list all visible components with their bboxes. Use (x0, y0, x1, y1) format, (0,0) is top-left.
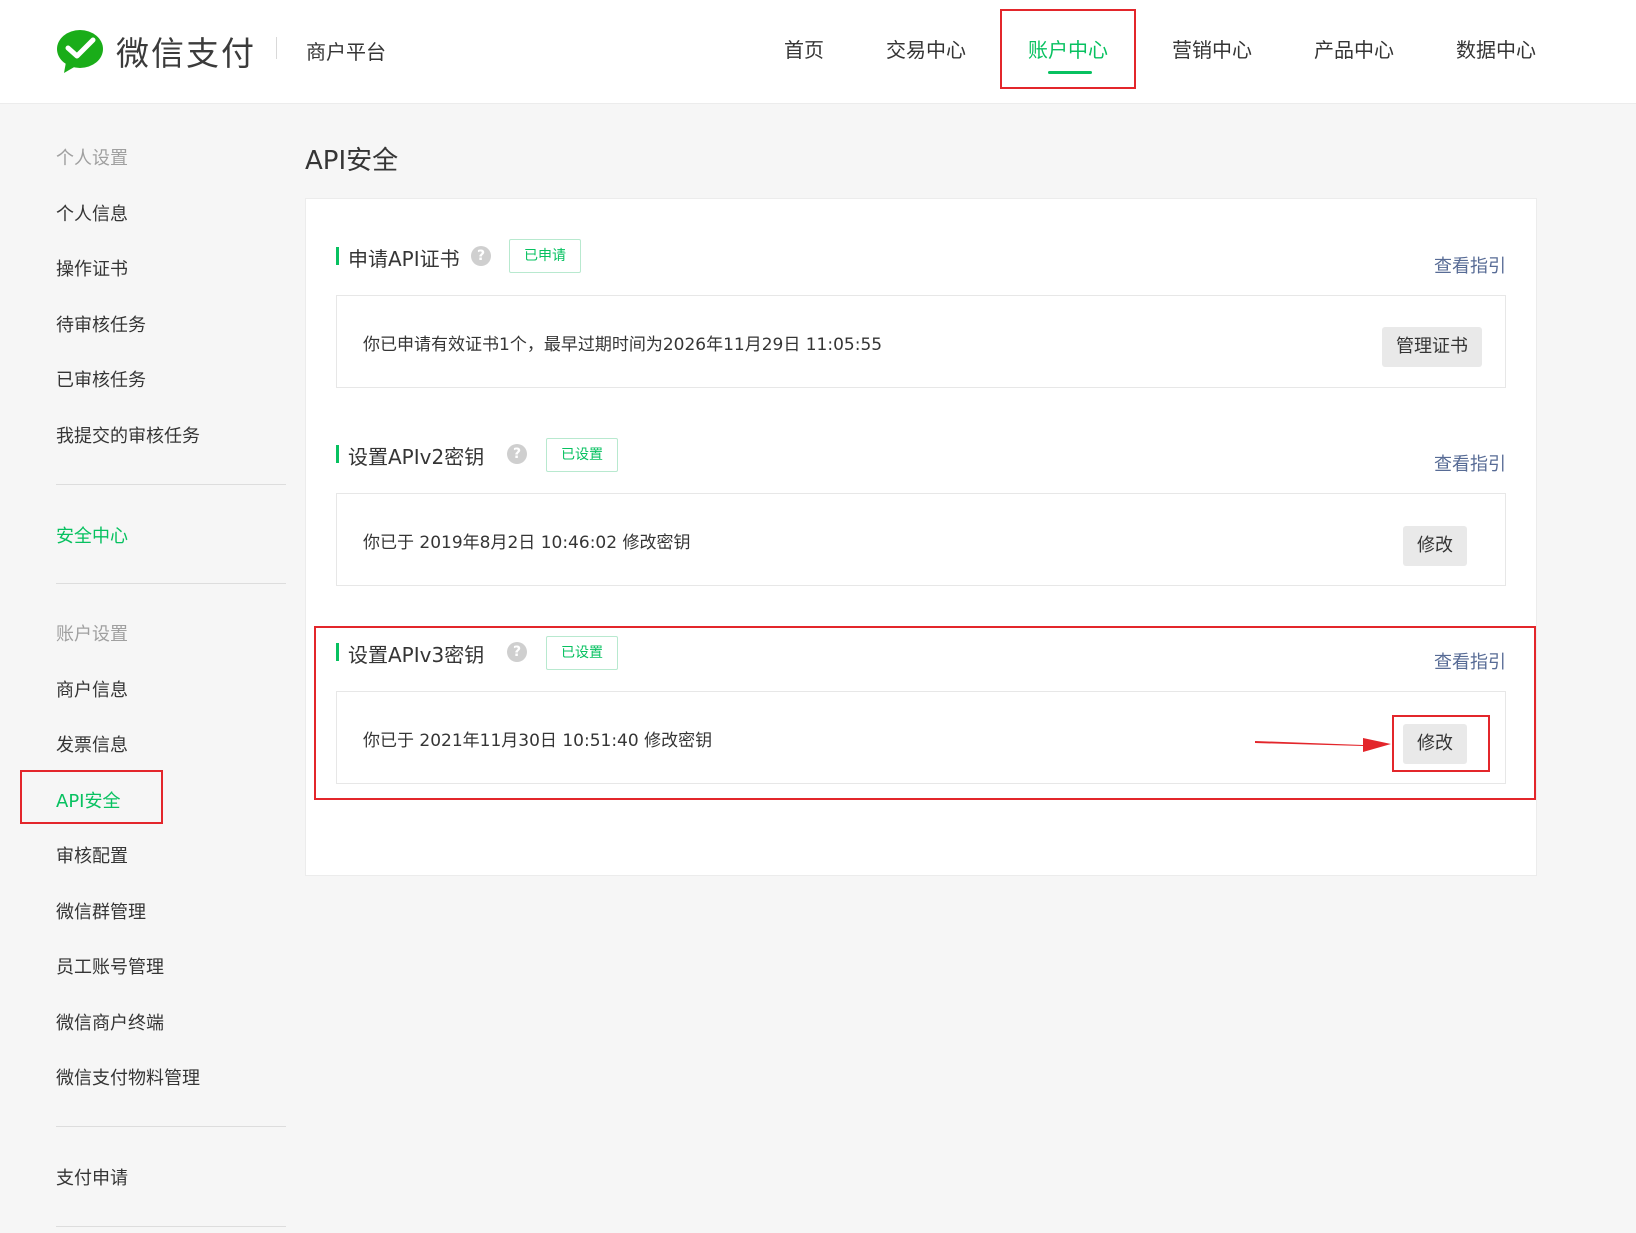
sidebar-divider (56, 1226, 286, 1227)
sidebar-heading-personal: 个人设置 (56, 148, 128, 169)
sidebar-item-material-management[interactable]: 微信支付物料管理 (56, 1064, 200, 1090)
sidebar-item-wechat-group[interactable]: 微信群管理 (56, 898, 146, 924)
sidebar-item-api-security[interactable]: API安全 (56, 787, 120, 813)
main-nav: 首页 交易中心 账户中心 营销中心 产品中心 数据中心 (0, 0, 1636, 104)
status-badge-api-cert: 已申请 (509, 239, 581, 273)
sidebar-item-merchant-info[interactable]: 商户信息 (56, 676, 128, 702)
status-badge-apiv3: 已设置 (546, 636, 618, 670)
question-circle-icon[interactable]: ? (507, 642, 527, 662)
section-title-apiv2: 设置APIv2密钥 (348, 445, 485, 469)
nav-product-center[interactable]: 产品中心 (1314, 34, 1394, 63)
section-marker (336, 643, 339, 661)
sidebar-divider (56, 1126, 286, 1127)
section-marker (336, 247, 339, 265)
modify-apiv2-button[interactable]: 修改 (1403, 526, 1467, 566)
red-arrow-icon (1255, 738, 1391, 752)
api-cert-info: 你已申请有效证书1个，最早过期时间为2026年11月29日 11:05:55 (363, 335, 883, 355)
apiv3-info: 你已于 2021年11月30日 10:51:40 修改密钥 (363, 731, 713, 751)
top-header: 微信支付 商户平台 首页 交易中心 账户中心 营销中心 产品中心 数据中心 (0, 0, 1636, 104)
sidebar-item-pending-review[interactable]: 待审核任务 (56, 311, 146, 337)
sidebar-item-staff-accounts[interactable]: 员工账号管理 (56, 953, 164, 979)
sidebar: 个人设置 个人信息 操作证书 待审核任务 已审核任务 我提交的审核任务 安全中心… (0, 104, 290, 1233)
section-marker (336, 445, 339, 463)
sidebar-item-reviewed[interactable]: 已审核任务 (56, 366, 146, 392)
sidebar-item-personal-info[interactable]: 个人信息 (56, 200, 128, 226)
nav-data-center[interactable]: 数据中心 (1456, 34, 1536, 63)
api-cert-card: 你已申请有效证书1个，最早过期时间为2026年11月29日 11:05:55 管… (336, 295, 1506, 388)
guide-link-apiv2[interactable]: 查看指引 (1434, 450, 1506, 476)
sidebar-item-operation-cert[interactable]: 操作证书 (56, 255, 128, 281)
question-circle-icon[interactable]: ? (507, 444, 527, 464)
sidebar-item-payment-apply[interactable]: 支付申请 (56, 1164, 128, 1190)
nav-account-center[interactable]: 账户中心 (1028, 34, 1108, 63)
nav-marketing-center[interactable]: 营销中心 (1172, 34, 1252, 63)
sidebar-item-merchant-terminal[interactable]: 微信商户终端 (56, 1009, 164, 1035)
nav-active-underline (1048, 71, 1092, 74)
manage-cert-button[interactable]: 管理证书 (1382, 327, 1482, 367)
sidebar-item-invoice-info[interactable]: 发票信息 (56, 731, 128, 757)
nav-trade-center[interactable]: 交易中心 (886, 34, 966, 63)
modify-apiv3-button[interactable]: 修改 (1403, 724, 1467, 764)
section-title-api-cert: 申请API证书 (348, 247, 460, 271)
sidebar-divider (56, 484, 286, 485)
section-title-apiv3: 设置APIv3密钥 (348, 643, 485, 667)
apiv2-card: 你已于 2019年8月2日 10:46:02 修改密钥 修改 (336, 493, 1506, 586)
sidebar-item-my-submitted[interactable]: 我提交的审核任务 (56, 422, 200, 448)
apiv2-info: 你已于 2019年8月2日 10:46:02 修改密钥 (363, 533, 691, 553)
nav-home[interactable]: 首页 (784, 34, 824, 63)
sidebar-heading-account: 账户设置 (56, 624, 128, 645)
guide-link-api-cert[interactable]: 查看指引 (1434, 252, 1506, 278)
sidebar-item-review-config[interactable]: 审核配置 (56, 842, 128, 868)
page-title: API安全 (305, 146, 399, 176)
question-circle-icon[interactable]: ? (471, 246, 491, 266)
status-badge-apiv2: 已设置 (546, 438, 618, 472)
sidebar-item-security-center[interactable]: 安全中心 (56, 522, 128, 548)
guide-link-apiv3[interactable]: 查看指引 (1434, 648, 1506, 674)
sidebar-divider (56, 583, 286, 584)
